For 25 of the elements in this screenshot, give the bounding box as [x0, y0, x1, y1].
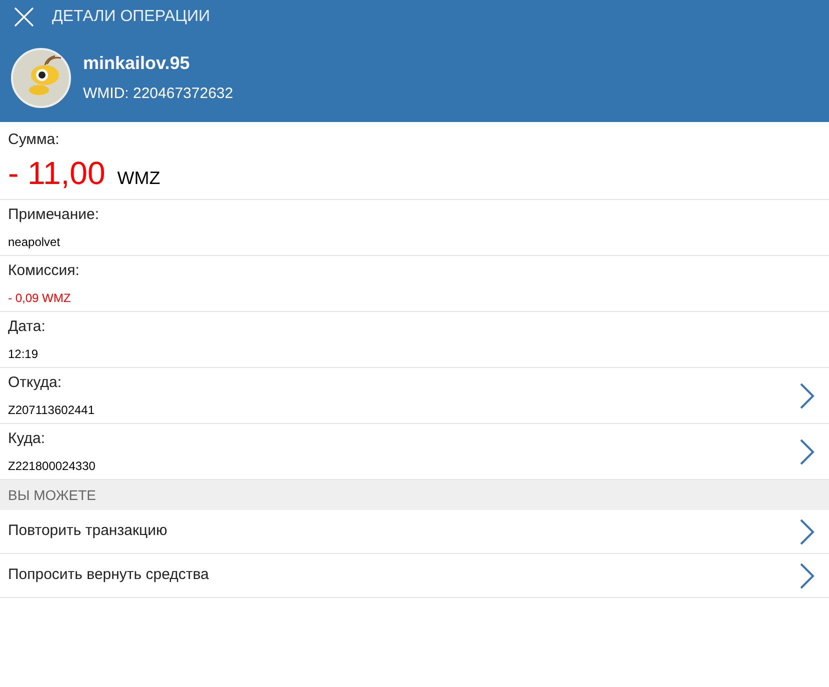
avatar-icon	[11, 48, 71, 108]
field-label: Куда:	[8, 429, 46, 450]
field-label: Сумма:	[8, 130, 60, 150]
currency-unit: WMZ	[117, 167, 160, 190]
field-label: Откуда:	[8, 373, 63, 394]
action-item[interactable]: Попросить вернуть средства	[0, 554, 829, 598]
field-value: 12:19	[8, 346, 40, 363]
amount-value: - 11,00	[8, 157, 106, 190]
chevron-right-icon	[799, 562, 815, 590]
field-value: - 0,09 WMZ	[8, 290, 72, 307]
field-value: neapolvet	[8, 234, 62, 251]
close-button[interactable]	[12, 5, 36, 29]
chevron-right-icon	[799, 382, 815, 410]
field-label: Комиссия:	[8, 261, 80, 282]
chevron-right-icon	[799, 438, 815, 466]
user-name: minkailov.95	[83, 52, 191, 76]
wmid-text: WMID: 220467372632	[83, 84, 234, 104]
screen-title: ДЕТАЛИ ОПЕРАЦИИ	[52, 7, 210, 27]
action-item[interactable]: Повторить транзакцию	[0, 510, 829, 554]
field-label: Дата:	[8, 317, 46, 338]
chevron-right-icon	[799, 518, 815, 546]
field-label: Примечание:	[8, 205, 100, 226]
section-title: ВЫ МОЖЕТЕ	[8, 486, 96, 504]
field-value: Z207113602441	[8, 402, 96, 419]
field-value: Z221800024330	[8, 458, 96, 475]
